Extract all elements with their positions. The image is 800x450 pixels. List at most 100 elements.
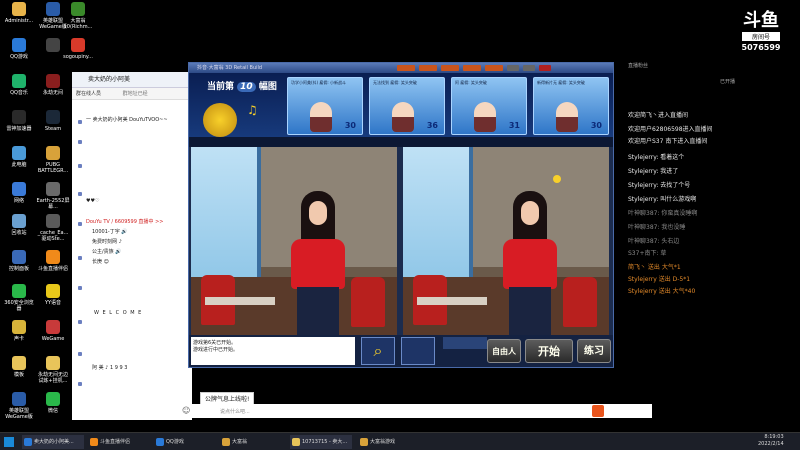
player-card[interactable]: 无法找到 雇佣: 笑头突破 36 [369,77,445,135]
desktop-icon-administrator[interactable]: Administr... [2,2,36,24]
player-card[interactable]: 新得新片无 雇佣: 笑头突破 30 [533,77,609,135]
member-dot [78,286,82,290]
desktop-icon-control-panel[interactable]: 控制面板 [2,250,36,272]
member-dot [78,164,82,168]
member-dot [78,140,82,144]
player-card[interactable]: 功学小阿美(抖) 雇佣: 小新战斗 30 [287,77,363,135]
member-dot [78,320,82,324]
windows-start-icon[interactable] [4,437,14,447]
desktop-icon-naraka-trial[interactable]: 永劫无间无边试炼+挂机... [36,356,70,384]
desktop-icon-cache[interactable]: _cache_Ea... 驱动Ste... [36,214,70,242]
player-avatar [310,102,332,132]
practice-button[interactable]: 练习 [577,339,611,363]
desktop-icon-leishen[interactable]: 雷神加速器 [2,110,36,132]
wegame-icon [46,320,60,334]
player-card[interactable]: 阿 雇佣: 笑头突破 31 [451,77,527,135]
toolbar-button[interactable] [419,65,437,71]
game-icon [71,2,85,16]
emoji-icon[interactable]: ☺ [182,406,190,415]
desktop-icon-wechat[interactable]: 微信 [36,392,70,414]
danmu-item: 欢迎简飞丶进入直播间 [628,112,689,119]
desktop-icon-sogou[interactable]: sogoupiny... [60,38,96,60]
danmu-item: 叶神聊387: 你蛮真没睡啊 [628,210,698,217]
chat-line: DouYu TV / 6609599 直播中 >> [86,219,164,225]
chat-toolbar-label[interactable]: 群在线人员 [76,91,101,97]
computer-icon [12,146,26,160]
desktop-icon-360-browser[interactable]: 360安全浏览器 [2,284,36,312]
toolbar-button[interactable] [397,65,415,71]
taskbar-item[interactable]: 大富翁 [220,435,280,449]
danmu-item: Stylejerry: 去找了个号 [628,182,691,189]
chat-input[interactable]: 说点什么吧... [220,408,250,415]
browser-icon [12,284,26,298]
tool-slots[interactable] [443,337,487,349]
desktop-icon-richman[interactable]: 大富翁 10(Richm... [60,2,96,30]
maximize-button[interactable] [523,65,535,71]
folder-icon [12,356,26,370]
desktop-icon-earth[interactable]: Earth-2552屏幕... [36,182,70,210]
danmu-item: 欢迎用户62806598进入直播间 [628,126,713,133]
member-dot [78,256,82,260]
desktop-icon-template[interactable]: 模板 [2,356,36,378]
chat-toolbar-right[interactable]: 群地址已经 [123,91,148,97]
taskbar-item[interactable]: QQ游戏 [154,435,214,449]
photo-right[interactable] [403,147,609,335]
goggles-icon[interactable] [401,337,435,365]
photo-left[interactable] [191,147,397,335]
free-button[interactable]: 自由人 [487,339,521,363]
clock[interactable]: 8:19:03 2022/2/14 [758,434,784,448]
chat-window-toolbar: 群在线人员 群地址已经 [72,88,192,100]
desktop-icon-this-pc[interactable]: 此电脑 [2,146,36,168]
level-bar: 当前第 10 幅图 ♫ 功学小阿美(抖) 雇佣: 小新战斗 30 无法找到 雇佣… [189,73,613,137]
desktop-icon-network[interactable]: 网络 [2,182,36,204]
magnifier-icon[interactable]: ⌕ [361,337,395,365]
chat-window-header[interactable]: 卖大奶的小阿美 [72,72,192,88]
game-chat-log[interactable]: 游戏第6关已开始。 游戏进行中已开始。 [191,337,355,365]
photo-table [417,297,487,305]
toolbar-button[interactable] [441,65,459,71]
desktop-icon-qqmusic[interactable]: QQ音乐 [2,74,36,96]
avatar-mascot [203,103,237,137]
toolbar-button[interactable] [485,65,503,71]
danmu-gift: Stylejerry 送出 D-5*1 [628,276,691,283]
chat-line: ♥♥♡ [86,198,100,204]
player-avatar [556,102,578,132]
member-dot [78,192,82,196]
taskbar-item[interactable]: 斗鱼直播伴侣 [88,435,148,449]
member-dot [78,352,82,356]
danmu-item: 叶神聊387: 我也没睡 [628,224,686,231]
toolbar-button[interactable] [463,65,481,71]
desktop-icon-sound-card[interactable]: 声卡 [2,320,36,342]
chat-line: 公主/贵族 🔊 [92,249,122,255]
desktop-icon-yy[interactable]: YY语音 [36,284,70,306]
sogou-ime-icon[interactable] [592,405,604,417]
music-icon [12,74,26,88]
close-button[interactable] [539,65,551,71]
desktop-icon-steam[interactable]: Steam [36,110,70,132]
photo-table [205,297,275,305]
desktop-icon-naraka[interactable]: 永劫无间 [36,74,70,96]
level-indicator: 当前第 10 幅图 [207,82,277,92]
taskbar-item[interactable]: 10713715 - 卖大... [290,435,352,449]
douyu-logo-icon: 斗鱼 [743,10,779,31]
desktop-icon-douyu-companion[interactable]: 斗鱼直播伴侣 [36,250,70,272]
chat-line: 长庚 😊 [92,259,109,265]
desktop-icon-wegame[interactable]: WeGame [36,320,70,342]
room-id: 5076599 [741,43,781,52]
desktop-icon-qqgame[interactable]: QQ游戏 [2,38,36,60]
taskbar-item[interactable]: 卖大奶的小阿美... [22,435,84,449]
desktop-icon-lol-wegame-2[interactable]: 英雄联盟 WeGame版 [2,392,36,420]
desktop-icon-recycle-bin[interactable]: 回收站 [2,214,36,236]
minimize-button[interactable] [507,65,519,71]
progress-strip [189,137,613,147]
game-icon [12,392,26,406]
start-button[interactable]: 开始 [525,339,573,363]
chat-input-bar: ☺ 说点什么吧... [176,404,652,418]
photo-chair [563,277,597,327]
taskbar-item[interactable]: 大富翁游戏 [358,435,418,449]
game-icon [46,2,60,16]
danmu-item: Stylejerry: 我进了 [628,168,679,175]
desktop-icon-pubg[interactable]: PUBG BATTLEGR... [36,146,70,174]
app-icon [46,38,60,52]
photo-person [287,191,347,335]
